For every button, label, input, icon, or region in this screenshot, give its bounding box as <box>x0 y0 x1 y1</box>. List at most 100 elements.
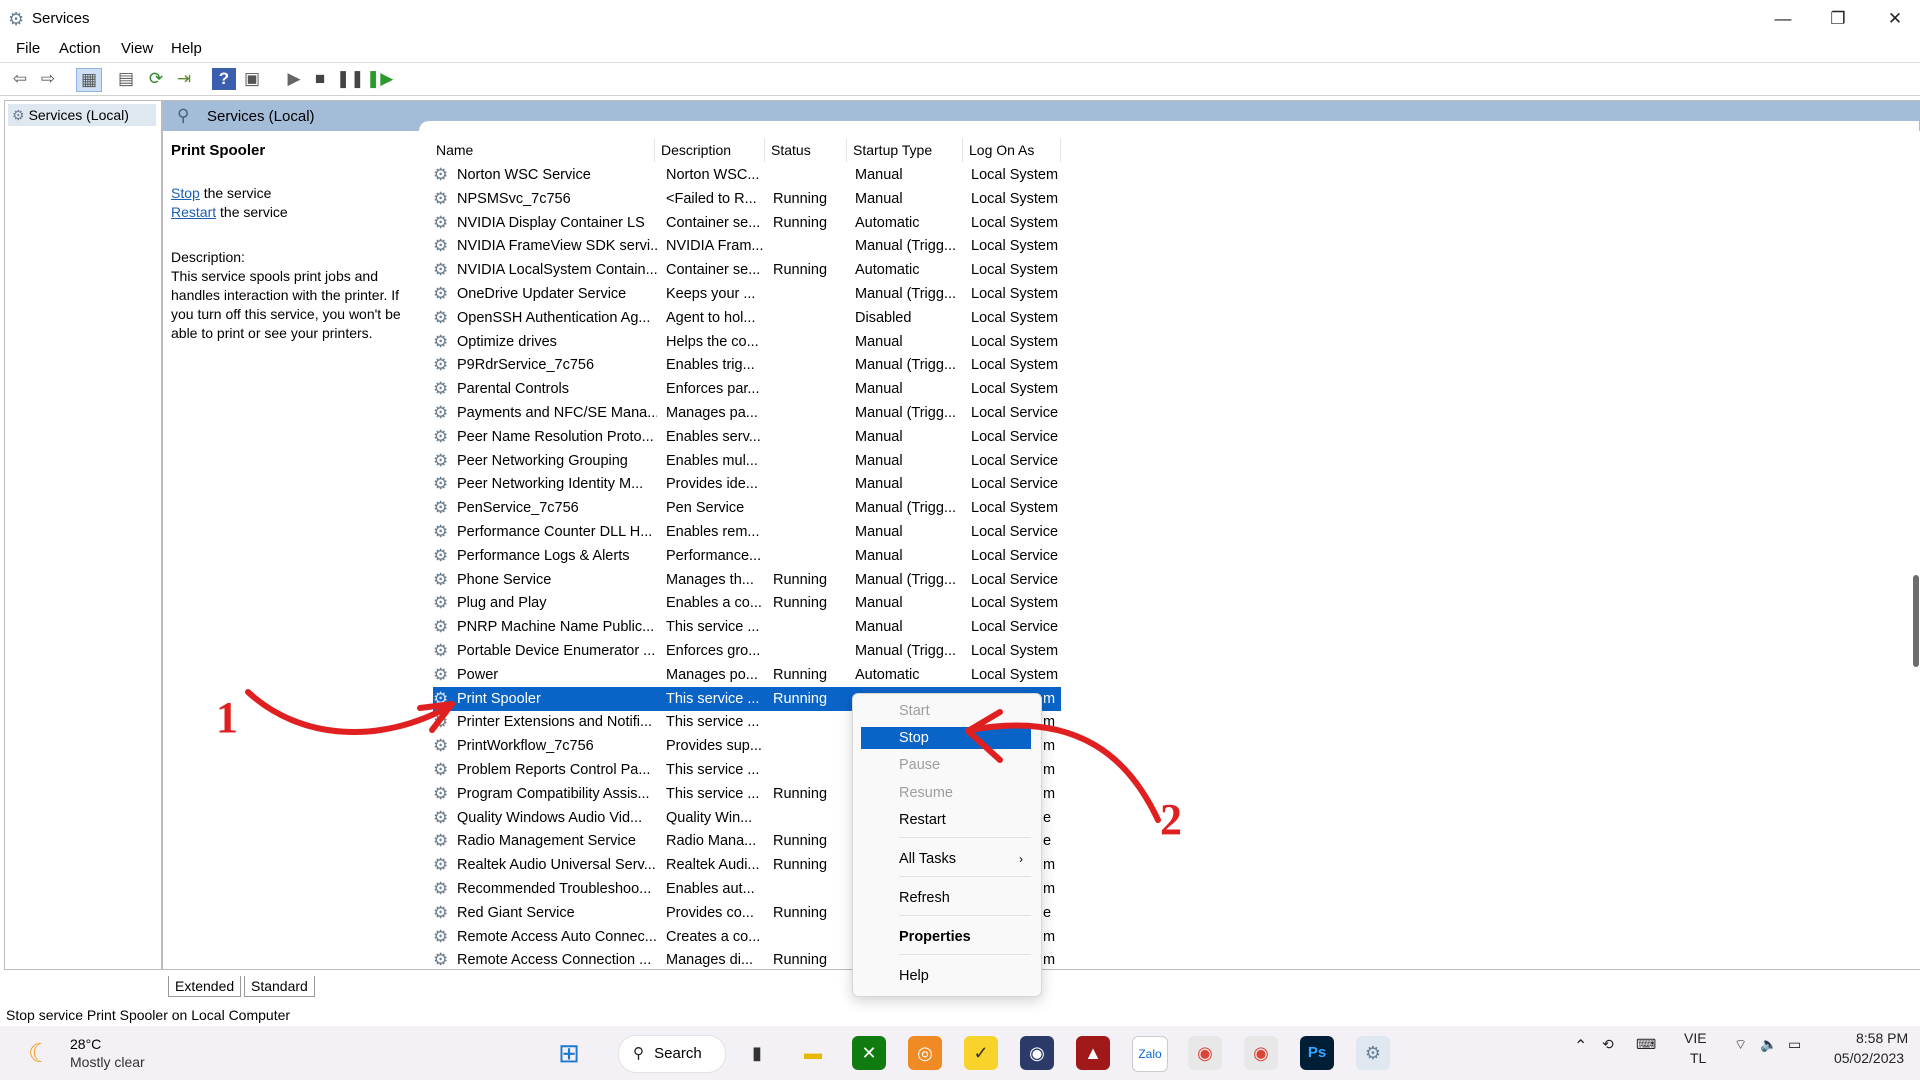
cell-name: Payments and NFC/SE Mana... <box>457 405 657 421</box>
table-row[interactable]: ⚙ NVIDIA FrameView SDK servi... NVIDIA Fra… <box>433 234 1061 258</box>
table-row[interactable]: ⚙ PNRP Machine Name Public... This service… <box>433 615 1061 639</box>
menu-item-start[interactable]: Start <box>861 700 1031 722</box>
table-row[interactable]: ⚙ Peer Name Resolution Proto... Enables se… <box>433 425 1061 449</box>
table-row[interactable]: ⚙ P9RdrService_7c756 Enables trig... Manual… <box>433 353 1061 377</box>
restore-button[interactable]: ❐ <box>1815 4 1861 34</box>
keyboard-icon[interactable]: ⌨ <box>1636 1036 1656 1053</box>
service-gear-icon: ⚙ <box>433 522 449 541</box>
help-icon[interactable]: ? <box>212 68 236 90</box>
menu-item-resume[interactable]: Resume <box>861 782 1031 804</box>
cell-startup-type: Manual (Trigg... <box>855 571 956 588</box>
service-gear-icon: ⚙ <box>433 807 449 827</box>
photoshop-icon[interactable]: Ps <box>1300 1036 1334 1070</box>
menu-action[interactable]: Action <box>59 40 101 57</box>
stop-service-link[interactable]: Stop <box>171 185 200 201</box>
chrome-icon[interactable]: ◉ <box>1188 1036 1222 1070</box>
table-row[interactable]: ⚙ Plug and Play Enables a co... Running Manu… <box>433 591 1061 615</box>
properties-icon[interactable]: ▤ <box>114 68 138 90</box>
pause-icon[interactable]: ❚❚ <box>336 68 365 90</box>
console-tree-icon[interactable]: ▦ <box>76 68 102 92</box>
stop-icon[interactable]: ■ <box>308 68 332 90</box>
chrome-profile-icon[interactable]: ◉ <box>1244 1036 1278 1070</box>
menu-item-all-tasks[interactable]: All Tasks › <box>861 848 1031 870</box>
battery-icon[interactable]: ▭ <box>1788 1036 1801 1053</box>
menu-item-refresh[interactable]: Refresh <box>861 887 1031 909</box>
services-taskbar-icon[interactable]: ⚙ <box>1356 1036 1390 1070</box>
table-row[interactable]: ⚙ NVIDIA Display Container LS Container se… <box>433 211 1061 235</box>
volume-icon[interactable]: 🔈 <box>1760 1036 1777 1053</box>
table-row[interactable]: ⚙ OpenSSH Authentication Ag... Agent to ho… <box>433 306 1061 330</box>
chevron-up-icon[interactable]: ⌃ <box>1574 1036 1587 1056</box>
cell-log-on-as: m <box>1043 952 1056 969</box>
cell-name: Plug and Play <box>457 595 547 612</box>
start-icon[interactable]: ▶ <box>282 68 306 90</box>
game-app-icon[interactable]: ▲ <box>1076 1036 1110 1070</box>
restart-service-link[interactable]: Restart <box>171 204 216 220</box>
table-row[interactable]: ⚙ PenService_7c756 Pen Service Manual (Trig… <box>433 496 1061 520</box>
cell-log-on-as: m <box>1043 762 1056 778</box>
menu-item-restart[interactable]: Restart <box>861 809 1031 831</box>
menu-item-help[interactable]: Help <box>861 965 1031 987</box>
column-log-on-as[interactable]: Log On As <box>963 138 1061 162</box>
table-row[interactable]: ⚙ Performance Counter DLL H... Enables rem… <box>433 520 1061 544</box>
table-row[interactable]: ⚙ Power Manages po... Running Automatic Local… <box>433 663 1061 687</box>
xbox-icon[interactable]: ✕ <box>852 1036 886 1070</box>
zalo-icon[interactable]: Zalo <box>1132 1036 1168 1072</box>
table-row[interactable]: ⚙ OneDrive Updater Service Keeps your ... M… <box>433 282 1061 306</box>
wifi-icon[interactable]: ⌔ <box>1734 1036 1747 1054</box>
table-row[interactable]: ⚙ Optimize drives Helps the co... Manual Loc… <box>433 330 1061 354</box>
cell-status: Running <box>773 690 828 707</box>
file-explorer-icon[interactable]: ▬ <box>796 1036 830 1070</box>
close-button[interactable]: ✕ <box>1872 4 1918 34</box>
tab-standard[interactable]: Standard <box>244 976 315 997</box>
language-code[interactable]: VIE <box>1684 1030 1707 1046</box>
service-gear-icon: ⚙ <box>433 688 449 708</box>
menu-help[interactable]: Help <box>171 40 202 57</box>
sync-icon[interactable]: ⟲ <box>1602 1036 1614 1053</box>
refresh-icon[interactable]: ⟳ <box>144 68 168 90</box>
menu-item-stop[interactable]: Stop <box>861 727 1031 749</box>
keyboard-layout[interactable]: TL <box>1690 1050 1706 1066</box>
vertical-scrollbar[interactable] <box>1913 575 1919 667</box>
column-status[interactable]: Status <box>765 138 847 162</box>
menu-view[interactable]: View <box>121 40 153 57</box>
table-row[interactable]: ⚙ Parental Controls Enforces par... Manual L… <box>433 377 1061 401</box>
table-row[interactable]: ⚙ Performance Logs & Alerts Performance...… <box>433 544 1061 568</box>
view-icon[interactable]: ▣ <box>240 68 264 90</box>
task-view-icon[interactable]: ▮ <box>740 1036 774 1070</box>
tab-extended[interactable]: Extended <box>168 976 242 997</box>
table-row[interactable]: ⚙ Portable Device Enumerator ... Enforces … <box>433 639 1061 663</box>
back-icon[interactable]: ⇦ <box>8 68 32 90</box>
clock-time[interactable]: 8:58 PM <box>1856 1030 1908 1046</box>
menu-item-properties[interactable]: Properties <box>861 926 1031 948</box>
forward-icon[interactable]: ⇨ <box>36 68 60 90</box>
column-startup-type[interactable]: Startup Type <box>847 138 963 162</box>
menu-file[interactable]: File <box>16 40 40 57</box>
table-row[interactable]: ⚙ Peer Networking Grouping Enables mul... M… <box>433 449 1061 473</box>
cell-log-on-as: Local System <box>971 214 1059 231</box>
table-row[interactable]: ⚙ Phone Service Manages th... Running Manual… <box>433 568 1061 592</box>
cell-startup-type: Manual (Trigg... <box>855 238 956 255</box>
taskbar-search[interactable]: ⚲ Search <box>618 1035 726 1073</box>
clock-date[interactable]: 05/02/2023 <box>1834 1050 1904 1066</box>
table-row[interactable]: ⚙ Norton WSC Service Norton WSC... Manual Lo… <box>433 163 1061 187</box>
table-row[interactable]: ⚙ NVIDIA LocalSystem Contain... Container … <box>433 258 1061 282</box>
table-row[interactable]: ⚙ NPSMSvc_7c756 <Failed to R... Running Manu… <box>433 187 1061 211</box>
table-row[interactable]: ⚙ Payments and NFC/SE Mana... Manages pa..… <box>433 401 1061 425</box>
column-name[interactable]: Name <box>430 138 655 162</box>
export-icon[interactable]: ⇥ <box>172 68 196 90</box>
office-app-icon[interactable]: ◎ <box>908 1036 942 1070</box>
resume-icon[interactable]: ❚▶ <box>366 68 393 90</box>
minimize-button[interactable]: — <box>1760 4 1806 34</box>
menu-item-pause[interactable]: Pause <box>861 754 1031 776</box>
cell-name: NVIDIA LocalSystem Contain... <box>457 262 657 279</box>
tree-node-services-local[interactable]: ⚙ Services (Local) <box>8 104 156 126</box>
cell-name: P9RdrService_7c756 <box>457 357 595 374</box>
services-gear-icon: ⚙ <box>8 9 25 29</box>
table-row[interactable]: ⚙ Peer Networking Identity M... Provides i… <box>433 472 1061 496</box>
app-orb-icon[interactable]: ◉ <box>1020 1036 1054 1070</box>
start-menu-icon[interactable]: ⊞ <box>552 1036 586 1070</box>
sticky-notes-icon[interactable]: ✓ <box>964 1036 998 1070</box>
cell-log-on-as: e <box>1043 904 1052 921</box>
column-description[interactable]: Description <box>655 138 765 162</box>
